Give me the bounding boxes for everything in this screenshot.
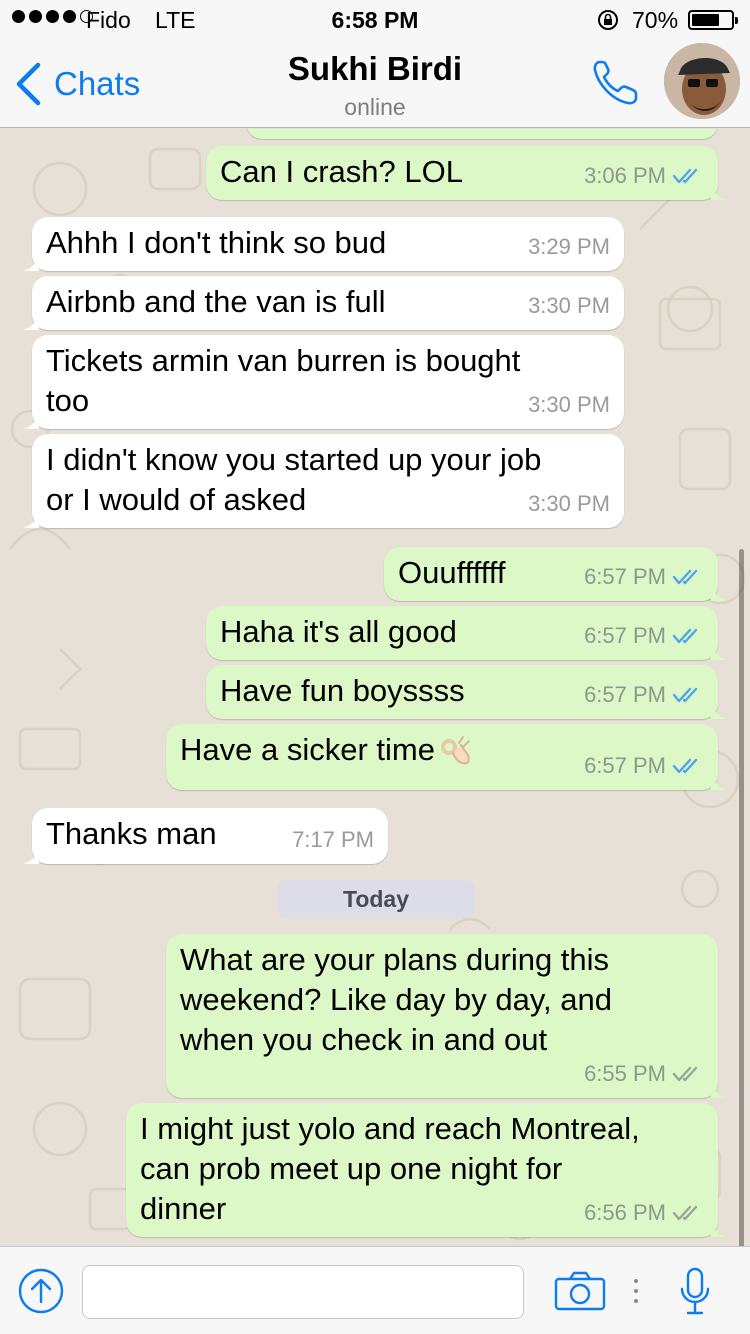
message-text: Airbnb and the van is full (46, 284, 386, 319)
incoming-message[interactable]: Airbnb and the van is full 3:30 PM (23, 276, 624, 330)
double-check-icon (672, 168, 698, 184)
camera-icon[interactable] (554, 1271, 606, 1311)
message-text: I didn't know you started up your job or… (46, 442, 542, 517)
message-text: Tickets armin van burren is bought too (46, 343, 521, 418)
message-meta: 3:29 PM (528, 227, 610, 267)
outgoing-message[interactable]: Haha it's all good 6:57 PM (206, 606, 727, 660)
outgoing-message[interactable]: Can I crash? LOL 3:06 PM (206, 146, 727, 200)
rotation-lock-icon (598, 10, 618, 30)
bubble-tail (711, 1080, 727, 1098)
date-separator: Today (277, 880, 475, 918)
chat-thread[interactable]: Can I crash? LOL 3:06 PM Ahhh I don't thin… (0, 129, 750, 1246)
message-meta: 6:55 PM (584, 1054, 704, 1094)
message-meta: 3:30 PM (528, 286, 610, 326)
bubble-tail (711, 642, 727, 660)
outgoing-message[interactable]: I might just yolo and reach Montreal, ca… (126, 1103, 727, 1237)
bubble-tail (23, 510, 39, 528)
incoming-message[interactable]: I didn't know you started up your job or… (23, 434, 624, 528)
double-check-icon (672, 1066, 698, 1082)
outgoing-message[interactable]: Have a sicker time 6:57 PM (166, 724, 727, 790)
avatar-image (664, 43, 740, 119)
bubble-tail (711, 701, 727, 719)
ok-hand-emoji-icon (440, 735, 470, 765)
double-check-icon (672, 628, 698, 644)
bubble-tail (711, 772, 727, 790)
bubble-tail (23, 312, 39, 330)
share-upload-icon[interactable] (18, 1268, 64, 1314)
contact-avatar[interactable] (664, 43, 740, 119)
chat-header: Chats Sukhi Birdi online (0, 40, 750, 128)
message-time: 6:57 PM (584, 564, 666, 589)
scrollbar[interactable] (739, 549, 744, 1246)
message-time: 6:56 PM (584, 1200, 666, 1225)
double-check-icon (672, 1205, 698, 1221)
message-meta: 3:30 PM (528, 385, 610, 425)
message-meta: 3:06 PM (584, 156, 704, 196)
more-options-icon[interactable] (632, 1277, 640, 1305)
bubble-tail (711, 583, 727, 601)
battery-percent: 70% (632, 7, 679, 33)
double-check-icon (672, 687, 698, 703)
message-time: 3:30 PM (528, 293, 610, 318)
outgoing-message[interactable]: Have fun boyssss 6:57 PM (206, 665, 727, 719)
phone-call-icon[interactable] (590, 56, 642, 108)
bubble-tail (23, 411, 39, 429)
outgoing-message[interactable]: What are your plans during this weekend?… (166, 934, 727, 1098)
message-time: 7:17 PM (292, 827, 374, 852)
bubble-tail (23, 253, 39, 271)
outgoing-message[interactable]: Ouuffffff 6:57 PM (384, 547, 727, 601)
double-check-icon (672, 569, 698, 585)
message-text: Ahhh I don't think so bud (46, 225, 387, 260)
message-time: 6:57 PM (584, 682, 666, 707)
message-meta: 3:30 PM (528, 484, 610, 524)
message-time: 3:29 PM (528, 234, 610, 259)
double-check-icon (672, 758, 698, 774)
message-meta: 6:57 PM (584, 675, 704, 715)
incoming-message[interactable]: Ahhh I don't think so bud 3:29 PM (23, 217, 624, 271)
message-meta: 7:17 PM (292, 820, 374, 860)
message-input[interactable] (82, 1265, 524, 1319)
message-meta: 6:56 PM (584, 1193, 704, 1233)
message-time: 3:30 PM (528, 392, 610, 417)
incoming-message[interactable]: Tickets armin van burren is bought too 3:… (23, 335, 624, 429)
message-bubble-clipped (246, 129, 718, 139)
bubble-tail (23, 846, 39, 864)
message-time: 6:57 PM (584, 753, 666, 778)
message-text: What are your plans during this weekend?… (180, 942, 613, 1057)
composer-bar (0, 1246, 750, 1334)
message-meta: 6:57 PM (584, 616, 704, 656)
bubble-tail (711, 182, 727, 200)
message-meta: 6:57 PM (584, 746, 704, 786)
status-bar: Fido LTE 6:58 PM 70% (0, 0, 750, 40)
message-time: 3:06 PM (584, 163, 666, 188)
message-time: 6:57 PM (584, 623, 666, 648)
message-time: 3:30 PM (528, 491, 610, 516)
message-time: 6:55 PM (584, 1061, 666, 1086)
message-meta: 6:57 PM (584, 557, 704, 597)
battery-icon (688, 10, 738, 30)
bubble-tail (711, 1219, 727, 1237)
incoming-message[interactable]: Thanks man 7:17 PM (23, 808, 388, 864)
microphone-icon[interactable] (680, 1267, 710, 1315)
